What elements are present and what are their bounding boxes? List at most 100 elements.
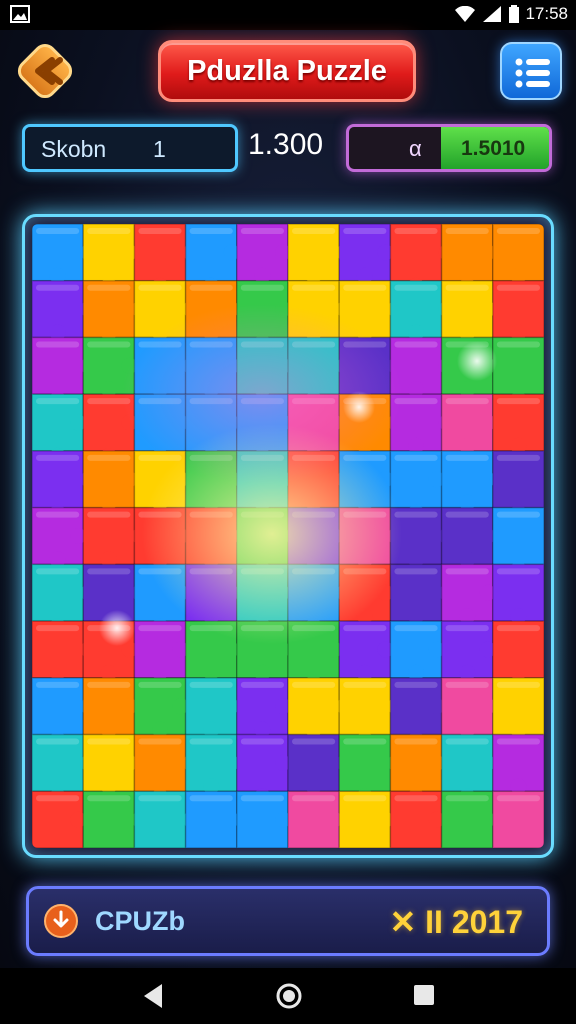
puzzle-piece-highlight — [394, 681, 438, 688]
stat-left-label: Skobn — [41, 136, 107, 162]
puzzle-piece-highlight — [87, 454, 131, 461]
stat-right-label: α — [409, 136, 422, 161]
puzzle-piece-highlight — [87, 341, 131, 348]
back-button[interactable] — [14, 40, 76, 102]
battery-icon — [509, 5, 520, 23]
puzzle-piece-highlight — [36, 568, 80, 575]
puzzle-piece-highlight — [36, 341, 80, 348]
puzzle-board[interactable] — [32, 224, 544, 848]
puzzle-piece-highlight — [496, 625, 540, 632]
puzzle-piece-highlight — [292, 228, 336, 234]
nav-recents-icon[interactable] — [412, 983, 436, 1007]
puzzle-piece-highlight — [445, 681, 489, 688]
nav-home-icon[interactable] — [275, 982, 303, 1010]
puzzle-piece-highlight — [445, 454, 489, 461]
puzzle-piece-highlight — [36, 795, 80, 802]
wifi-icon — [455, 6, 476, 22]
puzzle-piece-highlight — [394, 625, 438, 632]
puzzle-piece-highlight — [496, 398, 540, 405]
signal-icon — [483, 6, 502, 22]
game-title: Pduzlla Puzzle — [158, 40, 416, 102]
puzzle-piece-highlight — [87, 681, 131, 688]
bottom-label: CPUZb — [95, 906, 185, 936]
puzzle-piece-highlight — [496, 681, 540, 688]
nav-back-icon[interactable] — [140, 982, 166, 1010]
puzzle-piece-highlight — [445, 625, 489, 632]
puzzle-piece-highlight — [496, 341, 540, 348]
puzzle-piece-highlight — [87, 568, 131, 575]
puzzle-piece-highlight — [189, 681, 233, 688]
puzzle-piece-highlight — [445, 511, 489, 518]
puzzle-piece-highlight — [394, 454, 438, 461]
puzzle-piece-highlight — [445, 738, 489, 745]
puzzle-piece-highlight — [87, 228, 131, 234]
puzzle-piece-highlight — [496, 738, 540, 745]
puzzle-piece-highlight — [496, 284, 540, 291]
stat-panel-left: Skobn 1 — [22, 124, 238, 172]
menu-list-icon — [515, 58, 550, 88]
puzzle-piece-highlight — [445, 568, 489, 575]
bottom-score: ✕ II 2017 — [389, 904, 523, 940]
puzzle-piece-highlight — [138, 795, 182, 802]
puzzle-piece-highlight — [496, 228, 540, 234]
puzzle-piece-highlight — [36, 511, 80, 518]
puzzle-piece-highlight — [445, 398, 489, 405]
puzzle-piece-highlight — [445, 228, 489, 234]
puzzle-piece-highlight — [189, 795, 233, 802]
stat-right-value: 1.5010 — [461, 137, 526, 160]
puzzle-piece-highlight — [445, 284, 489, 291]
stat-left-value: 1 — [153, 136, 166, 162]
puzzle-piece-highlight — [138, 681, 182, 688]
puzzle-piece-highlight — [496, 454, 540, 461]
puzzle-piece-highlight — [394, 228, 438, 234]
puzzle-piece-highlight — [394, 284, 438, 291]
puzzle-piece-highlight — [240, 681, 284, 688]
puzzle-piece-highlight — [36, 738, 80, 745]
puzzle-piece-highlight — [36, 454, 80, 461]
bottom-bar: CPUZb ✕ II 2017 — [26, 886, 550, 956]
puzzle-piece-highlight — [240, 738, 284, 745]
puzzle-piece-highlight — [240, 284, 284, 291]
puzzle-piece-highlight — [496, 568, 540, 575]
puzzle-piece-highlight — [87, 284, 131, 291]
puzzle-piece-highlight — [189, 284, 233, 291]
puzzle-piece-highlight — [343, 284, 387, 291]
stat-panel-right: α 1.5010 — [346, 124, 552, 172]
puzzle-piece-highlight — [343, 625, 387, 632]
puzzle-piece-highlight — [292, 681, 336, 688]
puzzle-piece-highlight — [496, 795, 540, 802]
status-bar: 17:58 — [0, 0, 576, 30]
puzzle-piece-highlight — [292, 284, 336, 291]
puzzle-piece-highlight — [36, 398, 80, 405]
puzzle-piece-highlight — [394, 341, 438, 348]
puzzle-piece-highlight — [138, 625, 182, 632]
puzzle-piece-highlight — [87, 795, 131, 802]
puzzle-piece-highlight — [138, 738, 182, 745]
puzzle-piece-highlight — [87, 511, 131, 518]
puzzle-piece-highlight — [36, 284, 80, 291]
puzzle-piece-highlight — [343, 795, 387, 802]
puzzle-piece-highlight — [394, 511, 438, 518]
puzzle-piece-highlight — [343, 738, 387, 745]
status-time: 17:58 — [525, 4, 568, 23]
puzzle-piece-highlight — [87, 738, 131, 745]
menu-button[interactable] — [500, 42, 562, 100]
puzzle-piece-highlight — [36, 228, 80, 234]
puzzle-piece-highlight — [496, 511, 540, 518]
hint-button[interactable] — [43, 903, 79, 939]
puzzle-piece-highlight — [138, 228, 182, 234]
puzzle-piece-highlight — [343, 681, 387, 688]
puzzle-piece-highlight — [138, 284, 182, 291]
puzzle-piece-highlight — [445, 795, 489, 802]
puzzle-piece-highlight — [240, 228, 284, 234]
puzzle-piece-highlight — [292, 795, 336, 802]
puzzle-piece-highlight — [394, 568, 438, 575]
puzzle-piece-highlight — [292, 738, 336, 745]
puzzle-grid[interactable] — [32, 224, 544, 848]
puzzle-piece-highlight — [36, 625, 80, 632]
puzzle-piece-highlight — [189, 228, 233, 234]
puzzle-piece-highlight — [394, 795, 438, 802]
puzzle-piece-highlight — [343, 228, 387, 234]
puzzle-piece-highlight — [394, 738, 438, 745]
gallery-icon — [10, 5, 30, 23]
